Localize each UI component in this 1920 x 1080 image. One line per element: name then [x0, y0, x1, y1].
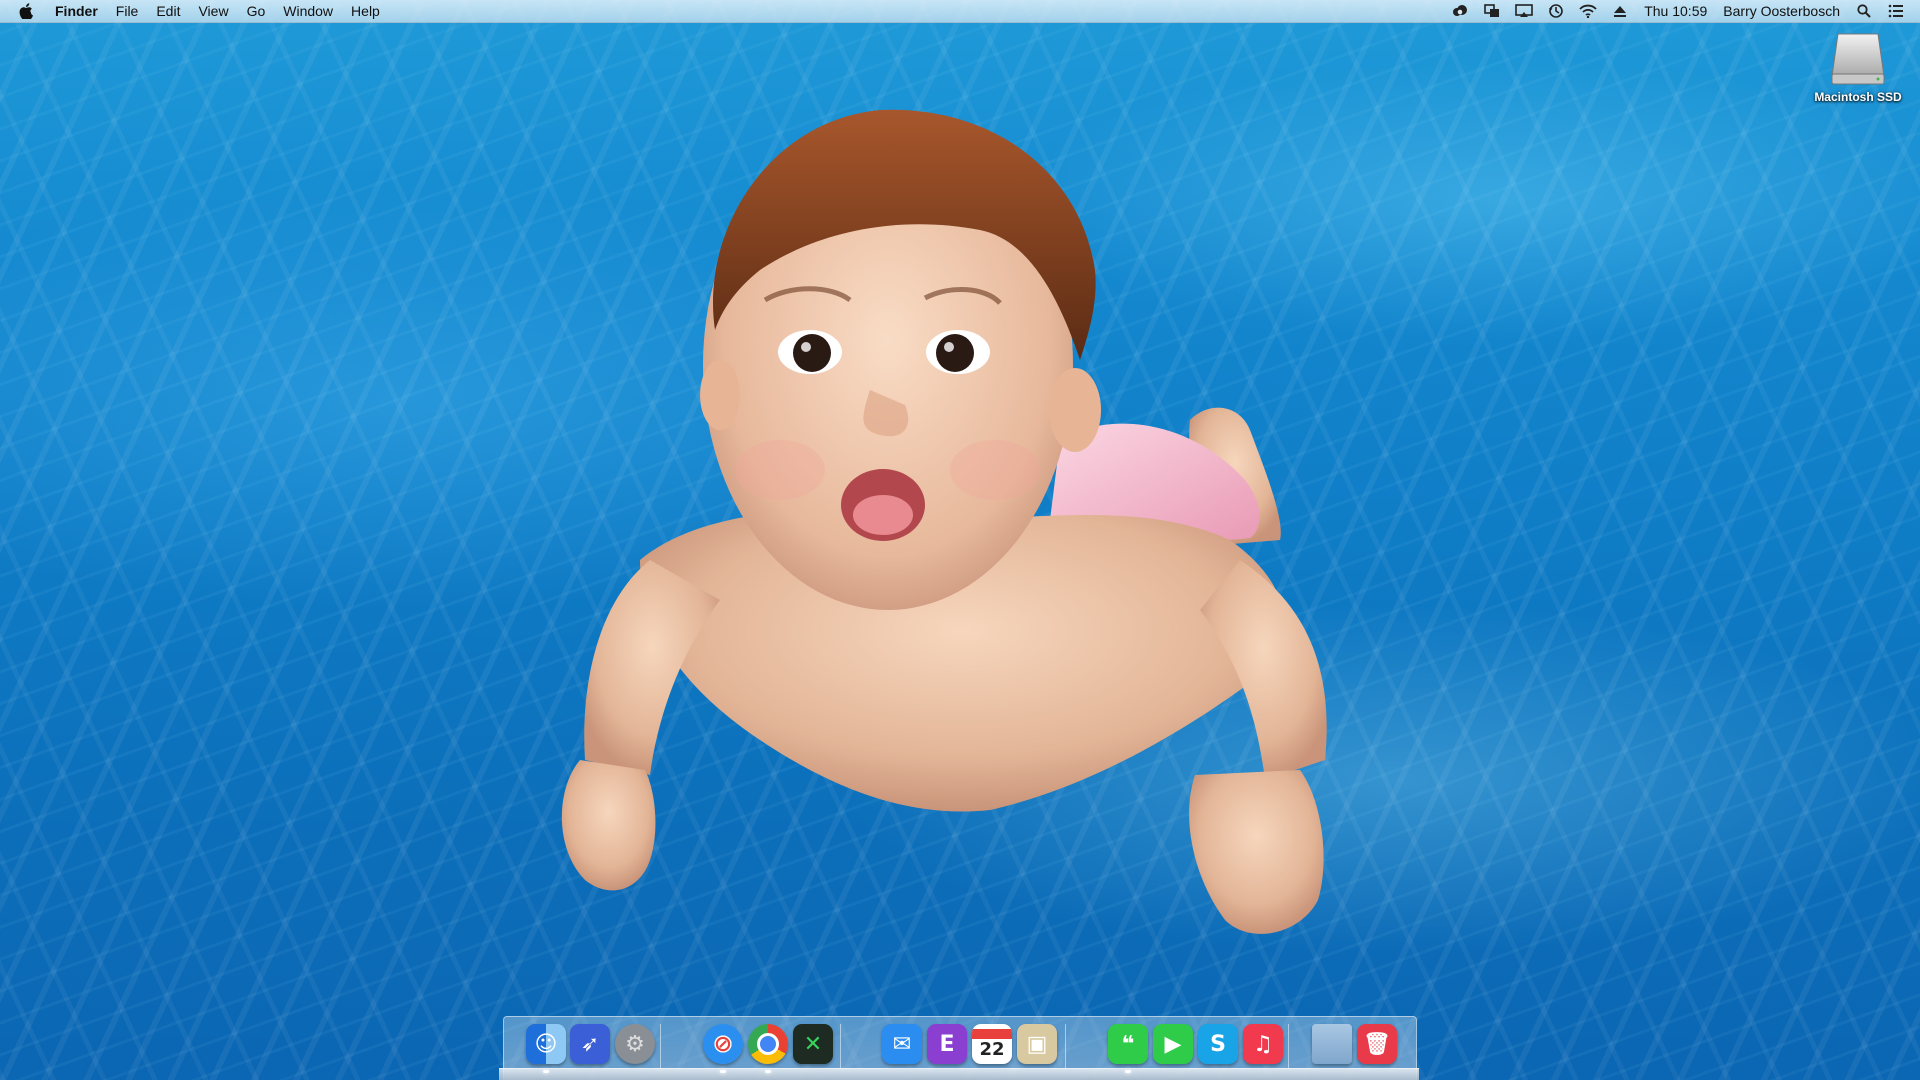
dock-separator: [660, 1024, 661, 1068]
menu-clock[interactable]: Thu 10:59: [1644, 3, 1707, 19]
finder-icon: ☺: [534, 1031, 558, 1057]
desktop[interactable]: Finder File Edit View Go Window Help Thu…: [0, 0, 1920, 1080]
dock-item-messages[interactable]: ❝: [1108, 1024, 1148, 1064]
dock-item-launchpad[interactable]: ➶: [570, 1024, 610, 1064]
chrome-icon: [757, 1033, 779, 1055]
dock-item-skype[interactable]: S: [1198, 1024, 1238, 1064]
menu-app-finder[interactable]: Finder: [46, 0, 107, 22]
menu-edit[interactable]: Edit: [147, 0, 189, 22]
wifi-icon[interactable]: [1579, 3, 1597, 19]
spotlight-search-icon[interactable]: [1855, 3, 1873, 19]
dock-item-mail[interactable]: ✉: [882, 1024, 922, 1064]
menu-user-name[interactable]: Barry Oosterbosch: [1723, 3, 1840, 19]
trash-icon: 🗑: [1363, 1031, 1391, 1057]
creative-cloud-icon[interactable]: [1451, 3, 1469, 19]
xmind-icon: ✕: [803, 1031, 823, 1057]
menu-help[interactable]: Help: [342, 0, 389, 22]
dock-running-indicator: [720, 1070, 726, 1073]
dock-item-safari[interactable]: ⊘: [703, 1024, 743, 1064]
dock-icons: ☺ ➶ ⚙ ⊘ ✕ ✉ E 22 ▣ ❝ ▶ S ♫ 🗑: [0, 1024, 1920, 1066]
desktop-disk-macintosh-ssd[interactable]: Macintosh SSD: [1800, 28, 1916, 104]
dock-item-trash[interactable]: 🗑: [1357, 1024, 1397, 1064]
dock-item-evernote[interactable]: E: [927, 1024, 967, 1064]
menu-bar: Finder File Edit View Go Window Help Thu…: [0, 0, 1920, 23]
dock-item-calendar[interactable]: 22: [972, 1024, 1012, 1064]
menu-view[interactable]: View: [189, 0, 237, 22]
dock-item-facetime[interactable]: ▶: [1153, 1024, 1193, 1064]
time-machine-icon[interactable]: [1547, 3, 1565, 19]
dock-item-chrome[interactable]: [748, 1024, 788, 1064]
dock-item-itunes[interactable]: ♫: [1243, 1024, 1283, 1064]
calendar-icon: 22: [979, 1038, 1005, 1060]
gear-icon: ⚙: [625, 1031, 645, 1057]
dock-separator: [1065, 1024, 1066, 1068]
dock-item-system-preferences[interactable]: ⚙: [615, 1024, 655, 1064]
skype-icon: S: [1210, 1031, 1226, 1057]
dock-running-indicator: [1125, 1070, 1131, 1073]
dock-separator: [840, 1024, 841, 1068]
video-camera-icon: ▶: [1164, 1031, 1182, 1057]
disk-label: Macintosh SSD: [1814, 90, 1902, 104]
menu-bar-left: Finder File Edit View Go Window Help: [0, 0, 389, 22]
airplay-icon[interactable]: [1515, 3, 1534, 19]
menu-file[interactable]: File: [107, 0, 148, 22]
wallpaper-baby-swimming: [561, 109, 1327, 934]
calendar-header: [972, 1028, 1012, 1039]
apple-logo-icon[interactable]: [18, 3, 34, 19]
dock-item-downloads[interactable]: [1312, 1024, 1352, 1064]
menu-go[interactable]: Go: [238, 0, 275, 22]
dock-separator: [1288, 1024, 1289, 1068]
eject-icon[interactable]: [1611, 3, 1629, 19]
dock-item-preview[interactable]: ▣: [1017, 1024, 1057, 1064]
envelope-icon: ✉: [892, 1031, 912, 1057]
screen-mirror-icon[interactable]: [1483, 3, 1501, 19]
hard-drive-icon: [1831, 33, 1885, 85]
dock-item-xmind[interactable]: ✕: [793, 1024, 833, 1064]
menu-bar-status: Thu 10:59 Barry Oosterbosch: [1444, 0, 1920, 22]
notification-center-icon[interactable]: [1887, 3, 1905, 19]
rocket-icon: ➶: [580, 1031, 600, 1057]
menu-window[interactable]: Window: [274, 0, 342, 22]
dock-shelf: [499, 1068, 1419, 1080]
music-note-icon: ♫: [1253, 1031, 1273, 1057]
speech-bubble-icon: ❝: [1121, 1031, 1135, 1057]
evernote-icon: E: [939, 1031, 955, 1057]
dock-item-finder[interactable]: ☺: [526, 1024, 566, 1064]
dock-running-indicator: [765, 1070, 771, 1073]
dock-running-indicator: [543, 1070, 549, 1073]
compass-icon: ⊘: [713, 1031, 733, 1057]
preview-icon: ▣: [1026, 1031, 1048, 1057]
